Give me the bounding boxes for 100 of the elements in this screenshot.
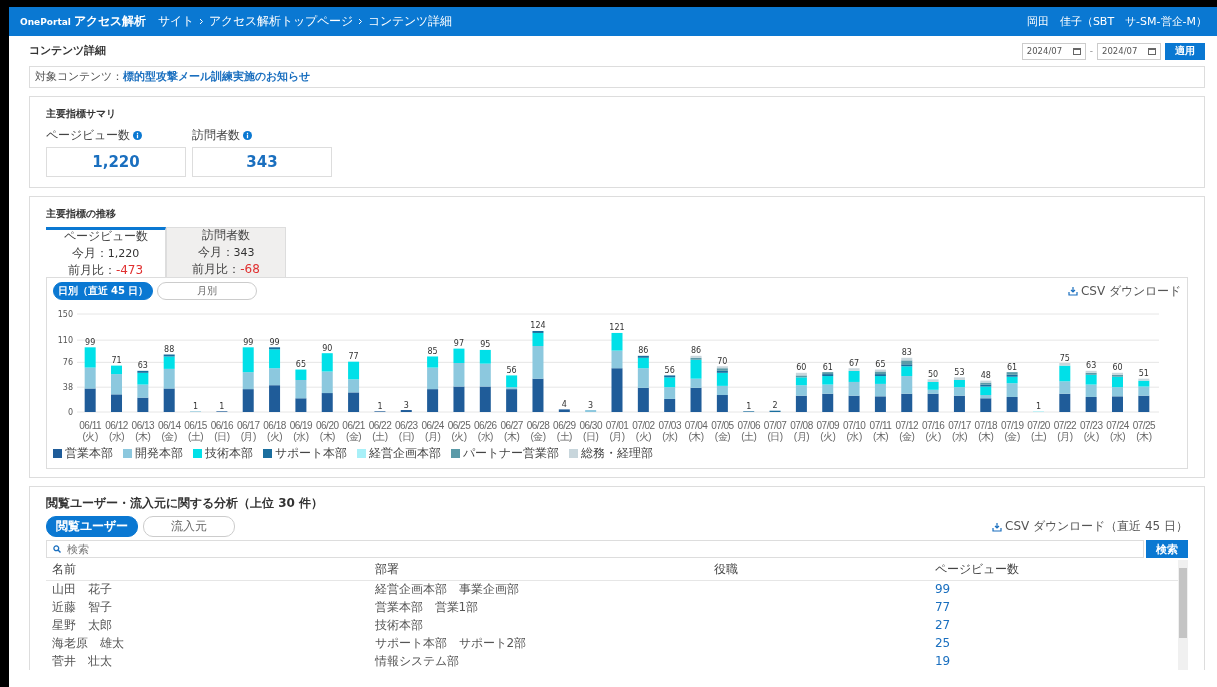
table-cell: 山田 花子 xyxy=(52,581,112,596)
metric-tab[interactable]: ページビュー数 今月：1,220 前月比：-473 xyxy=(46,227,166,277)
data-label: 63 xyxy=(1086,361,1097,371)
bar-segment xyxy=(637,387,649,412)
data-label: 88 xyxy=(164,345,175,354)
legend-label: 総務・経理部 xyxy=(581,445,653,462)
legend-label: 技術本部 xyxy=(205,445,253,462)
date-separator: - xyxy=(1089,46,1093,56)
view-toggle[interactable]: 閲覧ユーザー xyxy=(46,516,138,537)
axis-tick-label: 0 xyxy=(67,408,73,417)
tab-label: ページビュー数 xyxy=(63,228,148,245)
axis-category-label: 07/12 (金) xyxy=(894,421,920,442)
axis-tick-label: 110 xyxy=(57,336,73,346)
info-icon[interactable] xyxy=(243,131,252,140)
data-label: 124 xyxy=(530,321,546,331)
date-field[interactable]: 2024/07 xyxy=(1021,42,1086,60)
bar-segment xyxy=(111,394,122,412)
date-field[interactable]: 2024/07 xyxy=(1097,42,1161,60)
bar-segment xyxy=(848,395,860,412)
bar-segment xyxy=(874,396,886,412)
bar-segment xyxy=(242,389,254,412)
section-title: 主要指標の推移 xyxy=(46,207,117,221)
data-label: 3 xyxy=(588,400,594,410)
axis-category-label: 07/01 (月) xyxy=(604,421,630,442)
breadcrumb-link[interactable]: アクセス解析トップページ xyxy=(208,13,353,30)
page-view-link[interactable]: 27 xyxy=(934,618,951,632)
axis-category-label: 06/25 (火) xyxy=(446,421,472,442)
data-label: 65 xyxy=(295,360,306,370)
csv-download-link[interactable]: CSV ダウンロード xyxy=(1067,282,1181,300)
data-label: 60 xyxy=(1112,363,1123,373)
data-label: 77 xyxy=(348,352,359,362)
bar-segment xyxy=(348,392,360,412)
column-header[interactable]: ページビュー数 xyxy=(928,560,1178,580)
axis-category-label: 06/30 (日) xyxy=(578,421,603,442)
data-label: 51 xyxy=(1138,369,1149,379)
search-button[interactable]: 検索 xyxy=(1146,540,1188,558)
table-cell: 星野 太郎 xyxy=(52,617,112,632)
bar-segment xyxy=(848,381,860,396)
user-name[interactable]: 岡田 佳子（SBT サ-SM-営企-M） xyxy=(1026,14,1207,29)
content-title-link[interactable]: 標的型攻撃メール訓練実施のお知らせ xyxy=(123,70,310,84)
bar-segment xyxy=(84,347,96,368)
page-view-link[interactable]: 25 xyxy=(934,636,951,650)
column-header[interactable]: 部署 xyxy=(368,560,709,580)
legend-swatch xyxy=(263,449,272,458)
bar-segment xyxy=(532,378,544,412)
axis-category-label: 07/11 (木) xyxy=(868,421,893,442)
legend-swatch xyxy=(123,449,132,458)
page-view-link[interactable]: 19 xyxy=(934,654,951,668)
bar-segment xyxy=(348,379,360,393)
apply-button[interactable]: 適用 xyxy=(1165,42,1205,60)
axis-category-label: 07/17 (水) xyxy=(947,421,972,442)
metric-tab[interactable]: 訪問者数 今月：343 前月比：-68 xyxy=(166,227,286,277)
column-header[interactable]: 役職 xyxy=(708,560,929,580)
metric-value: 343 xyxy=(192,147,332,177)
tab-diff: 前月比：-473 xyxy=(67,262,144,279)
bar-segment xyxy=(137,384,149,398)
data-label: 90 xyxy=(322,343,333,353)
axis-category-label: 07/22 (月) xyxy=(1052,421,1078,442)
legend-label: サポート本部 xyxy=(275,445,347,462)
axis-category-label: 06/29 (土) xyxy=(552,421,577,442)
section-title: 閲覧ユーザー・流入元に関する分析（上位 30 件） xyxy=(46,495,325,512)
axis-category-label: 06/24 (月) xyxy=(420,421,445,442)
breadcrumb-link[interactable]: サイト xyxy=(157,13,194,30)
page-view-link[interactable]: 77 xyxy=(934,600,951,614)
data-label: 71 xyxy=(111,356,122,366)
legend-label: 営業本部 xyxy=(65,445,113,462)
breadcrumb-link[interactable]: コンテンツ詳細 xyxy=(367,13,452,30)
data-label: 86 xyxy=(690,346,702,356)
scrollbar[interactable] xyxy=(1178,560,1188,670)
legend-swatch xyxy=(53,449,62,458)
csv-download-link[interactable]: CSV ダウンロード（直近 45 日） xyxy=(992,518,1188,535)
target-label: 対象コンテンツ： xyxy=(35,70,123,84)
axis-category-label: 06/28 (金) xyxy=(525,421,551,442)
calendar-icon xyxy=(1072,47,1081,55)
page-view-link[interactable]: 99 xyxy=(934,582,951,597)
period-toggle[interactable]: 日別（直近 45 日） xyxy=(53,282,153,300)
axis-category-label: 07/10 (水) xyxy=(841,421,867,442)
logo-brand[interactable]: OnePortal xyxy=(20,16,71,27)
search-field[interactable]: 検索 xyxy=(46,540,1144,558)
bar-segment xyxy=(1085,384,1097,397)
metric-label: ページビュー数 xyxy=(46,127,130,144)
data-label: 56 xyxy=(664,365,675,375)
period-toggle[interactable]: 月別 xyxy=(157,282,257,300)
tab-label: 訪問者数 xyxy=(202,227,250,244)
legend-label: 開発本部 xyxy=(135,445,183,462)
logo-title[interactable]: アクセス解析 xyxy=(73,13,146,30)
column-header[interactable]: 名前 xyxy=(46,560,369,580)
axis-category-label: 07/02 (火) xyxy=(631,421,656,442)
data-label: 56 xyxy=(506,365,517,375)
metric-label: 訪問者数 xyxy=(192,127,240,144)
download-icon xyxy=(1067,286,1078,296)
info-icon[interactable] xyxy=(133,131,142,140)
data-label: 63 xyxy=(137,361,148,371)
bar-segment xyxy=(137,397,149,412)
data-label: 121 xyxy=(609,323,625,333)
metric-value: 1,220 xyxy=(46,147,186,177)
view-toggle[interactable]: 流入元 xyxy=(143,516,235,537)
data-label: 83 xyxy=(901,348,912,358)
table-cell: 海老原 雄太 xyxy=(52,635,124,650)
axis-category-label: 06/12 (水) xyxy=(104,421,129,442)
